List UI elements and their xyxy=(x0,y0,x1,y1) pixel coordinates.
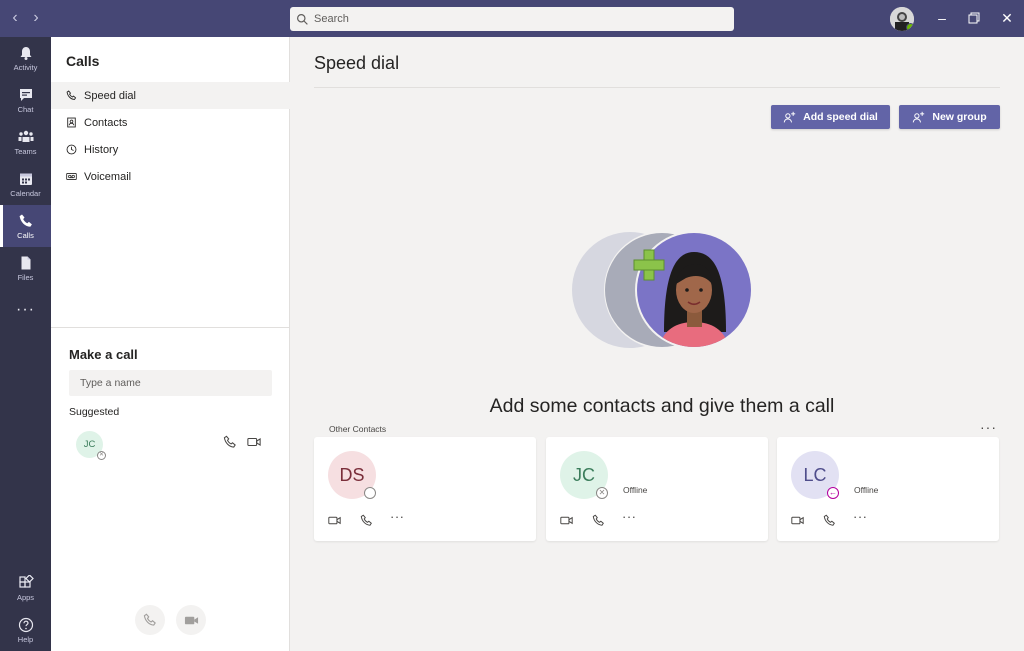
appbar-label: Teams xyxy=(14,146,37,156)
empty-state-heading: Add some contacts and give them a call xyxy=(489,395,835,417)
search-icon xyxy=(297,13,308,25)
page-title: Speed dial xyxy=(314,53,400,73)
profile-avatar[interactable] xyxy=(890,7,914,31)
video-call-icon[interactable] xyxy=(560,514,573,527)
search-input[interactable] xyxy=(314,13,714,25)
dial-audio-button[interactable] xyxy=(135,605,165,635)
panel-title: Calls xyxy=(66,53,100,69)
more-options-icon[interactable]: ··· xyxy=(390,509,405,524)
audio-call-icon[interactable] xyxy=(360,514,373,527)
phone-icon xyxy=(143,613,156,626)
appbar-label: Calendar xyxy=(10,188,41,198)
appbar-calendar[interactable]: Calendar xyxy=(0,163,51,205)
bell-icon xyxy=(20,46,31,60)
nav-voicemail[interactable]: Voicemail xyxy=(51,163,290,190)
appbar-apps[interactable]: Apps xyxy=(0,567,51,609)
contacts-icon xyxy=(67,117,76,128)
appbar-label: Activity xyxy=(13,62,38,72)
speed-dial-main: Speed dial Add speed dial New group Add … xyxy=(291,37,1024,651)
appbar-files[interactable]: Files xyxy=(0,247,51,289)
status-text: Offline xyxy=(854,485,879,495)
appbar-chat[interactable]: Chat xyxy=(0,79,51,121)
suggested-label: Suggested xyxy=(69,406,120,418)
dial-video-button[interactable] xyxy=(176,605,206,635)
back-arrow-icon[interactable]: ‹ xyxy=(7,10,23,26)
title-bar: ‹ › – ✕ xyxy=(0,0,1024,37)
search-box[interactable] xyxy=(290,7,734,31)
divider xyxy=(314,87,1000,88)
appbar-calls[interactable]: Calls xyxy=(0,205,51,247)
audio-call-icon[interactable] xyxy=(823,514,836,527)
appbar-label: Help xyxy=(17,634,34,644)
section-more-options-icon[interactable]: ··· xyxy=(980,419,997,435)
contact-card[interactable]: LC ← Offline ··· xyxy=(777,437,999,541)
appbar-more[interactable]: ··· xyxy=(0,289,51,331)
forward-arrow-icon[interactable]: › xyxy=(28,10,44,26)
appbar-label: Chat xyxy=(17,104,34,114)
video-call-icon[interactable] xyxy=(247,435,261,449)
nav-contacts[interactable]: Contacts xyxy=(51,109,290,136)
more-options-icon[interactable]: ··· xyxy=(622,509,637,524)
appbar-label: Files xyxy=(17,272,34,282)
nav-label: History xyxy=(84,143,119,156)
make-call-title: Make a call xyxy=(69,347,138,362)
avatar-initials: DS xyxy=(339,465,365,485)
teams-icon xyxy=(18,130,33,142)
app-bar: Activity Chat Teams Calendar Calls Files… xyxy=(0,37,51,651)
minimize-button[interactable]: – xyxy=(932,8,952,28)
appbar-label: Calls xyxy=(17,230,34,240)
more-icon: ··· xyxy=(16,301,35,318)
appbar-teams[interactable]: Teams xyxy=(0,121,51,163)
avatar-initials: JC xyxy=(573,465,595,485)
phone-icon xyxy=(66,90,77,100)
button-label: Add speed dial xyxy=(803,111,878,123)
button-label: New group xyxy=(932,111,987,123)
appbar-label: Apps xyxy=(16,592,35,602)
audio-call-icon[interactable] xyxy=(592,514,605,527)
file-icon xyxy=(21,256,30,269)
nav-label: Speed dial xyxy=(84,89,136,102)
new-group-button[interactable]: New group xyxy=(899,105,1000,129)
calendar-icon xyxy=(19,173,32,185)
restore-icon xyxy=(968,12,980,24)
add-person-icon xyxy=(783,111,796,122)
voicemail-icon xyxy=(66,172,77,181)
appbar-activity[interactable]: Activity xyxy=(0,37,51,79)
help-icon xyxy=(18,617,33,632)
presence-out-of-office-icon: ← xyxy=(827,487,839,499)
close-button[interactable]: ✕ xyxy=(997,8,1017,28)
apps-icon xyxy=(18,574,34,588)
nav-history[interactable]: History xyxy=(51,136,290,163)
contact-card[interactable]: DS ··· xyxy=(314,437,536,541)
nav-label: Voicemail xyxy=(84,170,132,183)
suggested-contact-avatar[interactable]: JC ✕ xyxy=(76,431,106,460)
section-label: Other Contacts xyxy=(329,424,387,434)
status-text: Offline xyxy=(623,485,648,495)
avatar-initials: LC xyxy=(803,465,827,485)
nav-label: Contacts xyxy=(84,116,128,129)
audio-call-icon[interactable] xyxy=(223,435,237,449)
appbar-help[interactable]: Help xyxy=(0,609,51,651)
restore-button[interactable] xyxy=(964,8,984,28)
divider xyxy=(51,327,290,328)
clock-icon xyxy=(66,144,77,155)
video-call-icon[interactable] xyxy=(791,514,804,527)
presence-available-icon xyxy=(906,23,914,31)
phone-icon xyxy=(19,214,32,227)
make-call-input[interactable] xyxy=(69,370,272,396)
chat-icon xyxy=(19,88,32,101)
avatar-initials: JC xyxy=(83,439,96,450)
presence-offline-icon: ✕ xyxy=(596,487,608,499)
contacts-illustration xyxy=(572,232,753,349)
presence-offline-icon: ✕ xyxy=(97,451,106,460)
contact-card[interactable]: JC ✕ Offline ··· xyxy=(546,437,768,541)
nav-speed-dial[interactable]: Speed dial xyxy=(51,82,290,109)
video-camera-icon xyxy=(184,616,198,624)
add-group-icon xyxy=(913,111,925,122)
calls-panel: Calls Speed dial Contacts History Voicem… xyxy=(51,37,290,651)
video-call-icon[interactable] xyxy=(328,514,341,527)
presence-unknown-icon xyxy=(364,487,376,499)
add-speed-dial-button[interactable]: Add speed dial xyxy=(771,105,890,129)
more-options-icon[interactable]: ··· xyxy=(853,509,868,524)
